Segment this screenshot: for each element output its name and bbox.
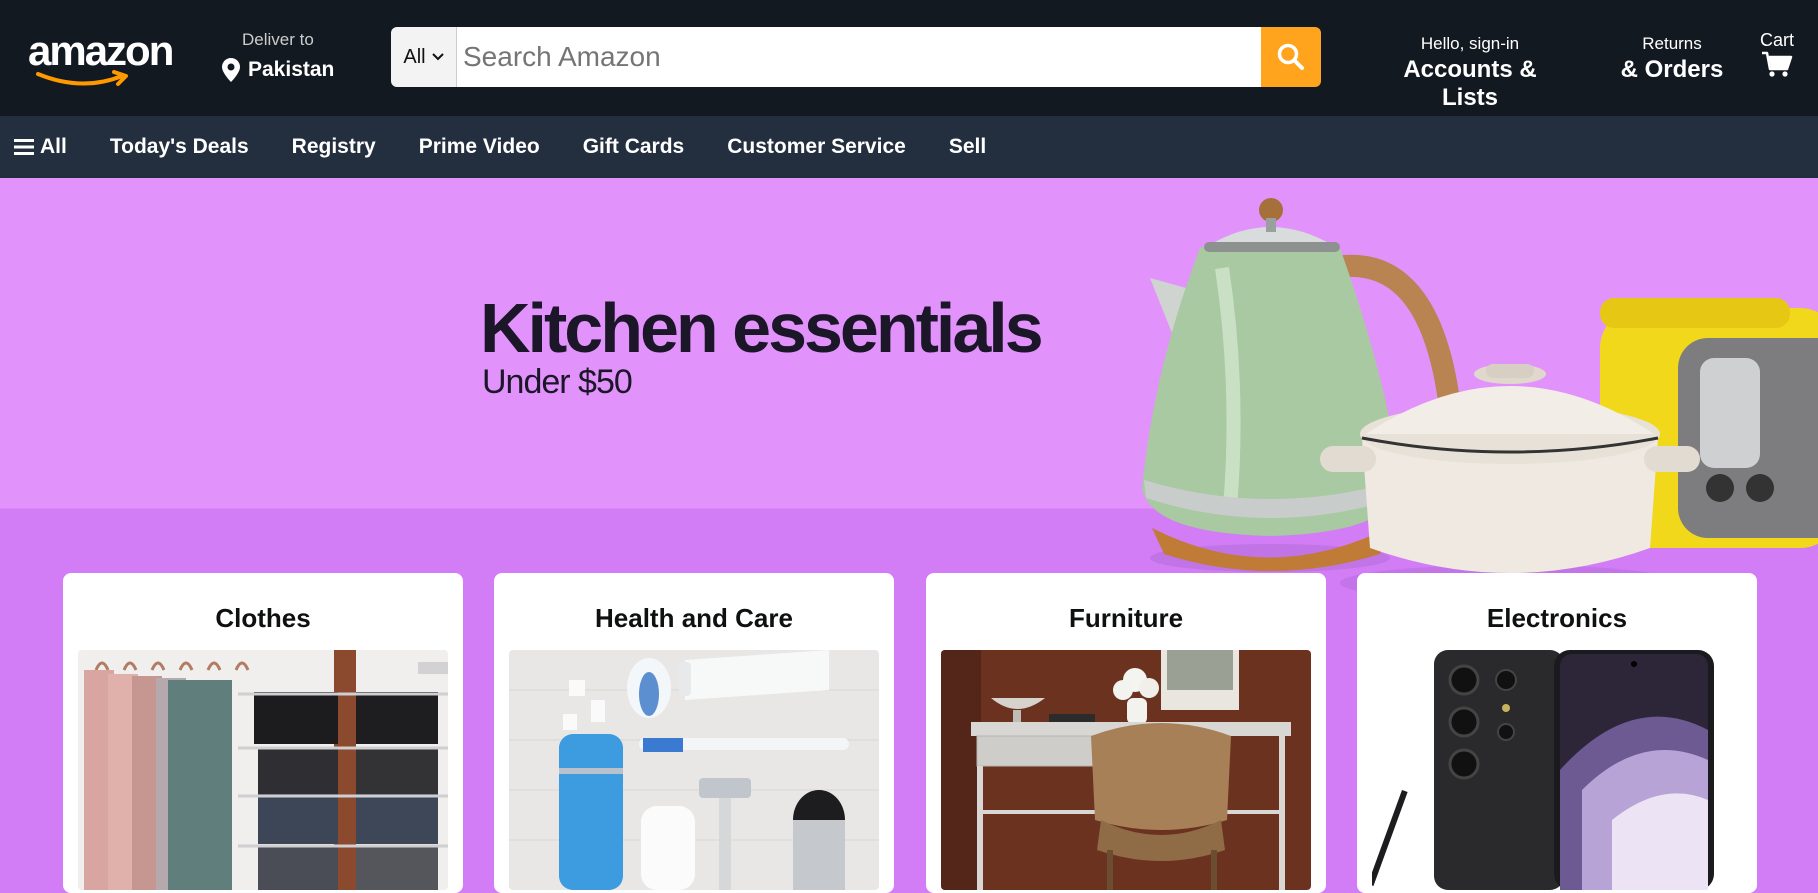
search-category-label: All <box>403 45 426 68</box>
cart-icon <box>1762 51 1793 77</box>
returns-line2: & Orders <box>1620 56 1724 83</box>
search-bar: All <box>391 27 1321 87</box>
furniture-image <box>941 650 1311 890</box>
category-card-clothes[interactable]: Clothes <box>63 573 463 893</box>
account-greeting: Hello, sign-in <box>1420 34 1520 53</box>
chevron-down-icon <box>431 53 444 61</box>
nav-all-menu[interactable]: All <box>14 135 67 159</box>
category-card-electronics[interactable]: Electronics <box>1357 573 1757 893</box>
hero-title: Kitchen essentials <box>480 289 1044 367</box>
nav-customer-service[interactable]: Customer Service <box>727 135 906 159</box>
nav-gift-cards[interactable]: Gift Cards <box>583 135 685 159</box>
electronics-image <box>1372 650 1742 890</box>
logo-text: amazon <box>28 27 174 74</box>
nav-registry[interactable]: Registry <box>292 135 376 159</box>
nav-sell[interactable]: Sell <box>949 135 986 159</box>
cart-label: Cart <box>1759 30 1794 50</box>
nav-prime-video[interactable]: Prime Video <box>419 135 540 159</box>
search-category-select[interactable]: All <box>391 27 457 87</box>
card-title: Furniture <box>1068 603 1184 633</box>
health-and-care-image <box>509 650 879 890</box>
account-lists-menu[interactable]: Hello, sign-in Accounts & Lists <box>1374 34 1566 112</box>
returns-line1: Returns <box>1642 34 1702 53</box>
deliver-location: Pakistan <box>248 58 335 81</box>
nav-all-label: All <box>40 135 67 158</box>
category-card-furniture[interactable]: Furniture <box>926 573 1326 893</box>
card-title: Health and Care <box>595 603 793 633</box>
top-navigation-bar: amazon Deliver to Pakistan All He <box>0 0 1818 116</box>
search-input[interactable] <box>457 27 1261 87</box>
card-title: Clothes <box>215 603 311 633</box>
card-title: Electronics <box>1486 603 1628 633</box>
amazon-logo[interactable]: amazon <box>28 30 176 88</box>
hero-subtitle: Under $50 <box>482 363 633 401</box>
search-button[interactable] <box>1261 27 1321 87</box>
deliver-to[interactable]: Deliver to Pakistan <box>222 30 352 86</box>
deliver-label: Deliver to <box>242 30 314 49</box>
logo-smile-icon <box>36 70 128 86</box>
nav-todays-deals[interactable]: Today's Deals <box>110 135 249 159</box>
secondary-navigation-bar: All Today's Deals Registry Prime Video G… <box>0 116 1818 178</box>
search-icon <box>1277 43 1304 70</box>
returns-orders-link[interactable]: Returns & Orders <box>1614 34 1730 84</box>
hamburger-icon <box>14 139 34 155</box>
location-pin-icon <box>222 58 240 82</box>
clothes-image <box>78 650 448 890</box>
account-label: Accounts & Lists <box>1403 56 1537 111</box>
cart-link[interactable]: Cart <box>1752 30 1802 84</box>
category-card-health-and-care[interactable]: Health and Care <box>494 573 894 893</box>
